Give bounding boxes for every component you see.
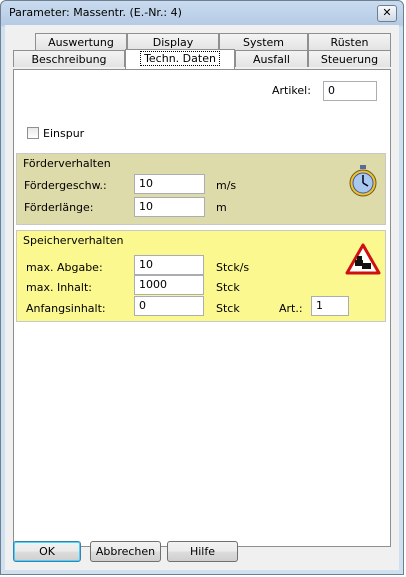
tab-ruesten[interactable]: Rüsten [308, 33, 391, 50]
abbrechen-button[interactable]: Abbrechen [90, 541, 161, 562]
max-abgabe-input[interactable]: 10 [134, 255, 204, 275]
tab-ausfall[interactable]: Ausfall [235, 50, 308, 67]
foerderlaenge-label: Förderlänge: [24, 201, 94, 214]
art-input[interactable]: 1 [311, 296, 349, 316]
close-icon: ✕ [382, 6, 392, 19]
title-bar: Parameter: Massentr. (E.-Nr.: 4) ✕ [1, 1, 403, 25]
tab-display[interactable]: Display [127, 33, 219, 50]
tab-label: Ausfall [253, 53, 290, 66]
window-title: Parameter: Massentr. (E.-Nr.: 4) [9, 6, 182, 19]
hilfe-button[interactable]: Hilfe [167, 541, 238, 562]
anfangsinhalt-unit: Stck [216, 302, 240, 315]
foerderverhalten-group: Förderverhalten Fördergeschw.: 10 m/s Fö… [16, 153, 386, 225]
tab-system[interactable]: System [219, 33, 308, 50]
tab-label: Steuerung [320, 53, 379, 66]
einspur-label: Einspur [43, 127, 85, 140]
close-button[interactable]: ✕ [377, 5, 397, 22]
foerderverhalten-title: Förderverhalten [23, 157, 111, 170]
tab-label: Display [152, 36, 194, 49]
max-inhalt-input[interactable]: 1000 [134, 275, 204, 295]
max-inhalt-unit: Stck [216, 281, 240, 294]
tab-label: Beschreibung [31, 53, 107, 66]
tab-beschreibung[interactable]: Beschreibung [13, 50, 125, 67]
ok-button[interactable]: OK [13, 541, 81, 562]
max-inhalt-label: max. Inhalt: [26, 281, 92, 294]
tab-steuerung[interactable]: Steuerung [308, 50, 391, 67]
tab-auswertung[interactable]: Auswertung [35, 33, 127, 50]
dialog-client-area: Auswertung Display System Rüsten Beschre… [5, 25, 399, 570]
tab-label: Auswertung [48, 36, 114, 49]
stopwatch-icon [349, 165, 377, 197]
artikel-input[interactable]: 0 [323, 81, 377, 101]
art-label: Art.: [279, 302, 303, 315]
tab-label: Rüsten [330, 36, 369, 49]
anfangsinhalt-label: Anfangsinhalt: [26, 302, 106, 315]
tab-label: System [242, 36, 285, 49]
tab-techn-daten[interactable]: Techn. Daten [125, 49, 235, 69]
foerdergeschw-input[interactable]: 10 [134, 174, 205, 194]
einspur-checkbox[interactable] [27, 127, 39, 139]
anfangsinhalt-input[interactable]: 0 [134, 296, 204, 316]
dialog-window: Parameter: Massentr. (E.-Nr.: 4) ✕ Auswe… [0, 0, 404, 575]
foerdergeschw-unit: m/s [216, 179, 237, 192]
foerderlaenge-unit: m [216, 201, 227, 214]
tab-label: Techn. Daten [140, 51, 220, 66]
max-abgabe-label: max. Abgabe: [26, 261, 103, 274]
artikel-label: Artikel: [272, 84, 311, 97]
tab-panel-techn-daten: Artikel: 0 Einspur Förderverhalten Förde… [13, 69, 391, 547]
max-abgabe-unit: Stck/s [216, 261, 250, 274]
speicherverhalten-group: Speicherverhalten max. Abgabe: 10 Stck/s… [16, 230, 386, 322]
foerdergeschw-label: Fördergeschw.: [24, 179, 107, 192]
traffic-jam-warning-icon [345, 243, 381, 275]
speicherverhalten-title: Speicherverhalten [23, 234, 124, 247]
foerderlaenge-input[interactable]: 10 [134, 197, 205, 217]
